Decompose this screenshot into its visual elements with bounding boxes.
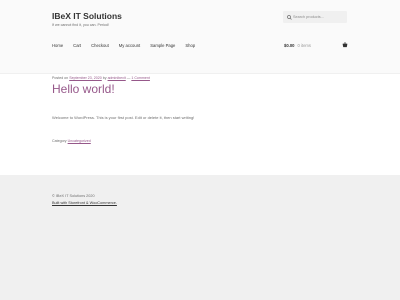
search-placeholder: Search products… (293, 14, 325, 19)
search-field[interactable]: Search products… (283, 11, 347, 23)
nav-item-checkout[interactable]: Checkout (91, 43, 109, 51)
post-category-label: Category (52, 139, 67, 143)
site-footer: © IBeX IT Solutions 2020 Built with Stor… (0, 175, 400, 300)
post-meta: Posted on September 23, 2020 by adminibe… (52, 76, 150, 80)
cart-amount: $0.00 (284, 43, 295, 48)
post-title[interactable]: Hello world! (52, 82, 115, 96)
footer-credit-link[interactable]: Built with Storefront & WooCommerce. (52, 201, 117, 205)
site-header: IBeX IT Solutions If we cannot find it, … (0, 0, 400, 74)
post-category-link[interactable]: Uncategorized (68, 139, 91, 143)
nav-item-sample-page[interactable]: Sample Page (150, 43, 175, 51)
post-meta-separator: — (126, 76, 131, 80)
nav-item-my-account[interactable]: My account (119, 43, 140, 51)
post-comments-link[interactable]: 1 Comment (131, 76, 150, 80)
post-body: Welcome to WordPress. This is your first… (52, 115, 195, 120)
post-author-link[interactable]: adminibexit (108, 76, 126, 80)
footer-copyright: © IBeX IT Solutions 2020 (52, 194, 95, 198)
post-category: Category Uncategorized (52, 139, 91, 143)
header-cart[interactable]: $0.00 0 items (284, 43, 311, 48)
post-meta-by: by (102, 76, 107, 80)
cart-count: 0 items (297, 43, 311, 48)
search-icon (287, 14, 292, 20)
post-meta-prefix: Posted on (52, 76, 69, 80)
nav-item-cart[interactable]: Cart (73, 43, 81, 51)
nav-item-home[interactable]: Home (52, 43, 63, 51)
primary-nav: Home Cart Checkout My account Sample Pag… (52, 43, 205, 51)
site-tagline: If we cannot find it, you can. Period! (52, 23, 109, 27)
post-date-link[interactable]: September 23, 2020 (69, 76, 102, 80)
site-title[interactable]: IBeX IT Solutions (52, 11, 122, 21)
nav-item-shop[interactable]: Shop (185, 43, 195, 51)
basket-icon[interactable] (342, 42, 348, 48)
